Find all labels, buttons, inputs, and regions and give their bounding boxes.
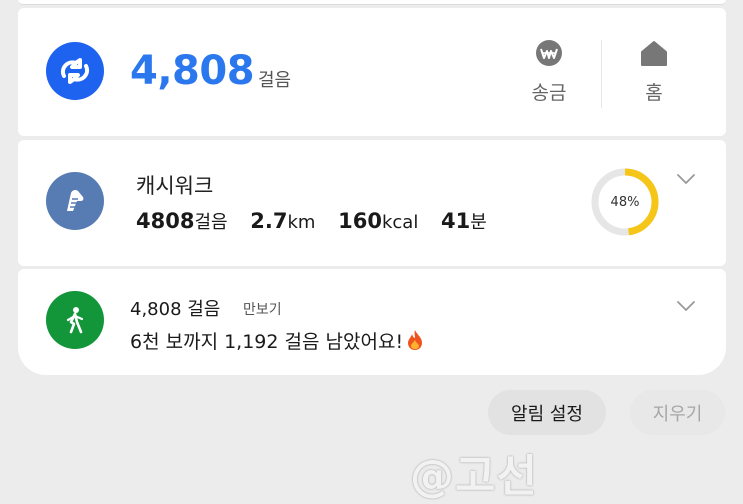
step-summary-card[interactable]: 4,808 걸음 송금 홈 bbox=[18, 8, 726, 136]
cashwalk-notification[interactable]: 캐시워크 4808걸음 2.7km 160kcal 41분 48% bbox=[18, 140, 726, 266]
clear-button[interactable]: 지우기 bbox=[630, 390, 725, 435]
app-logo[interactable] bbox=[46, 42, 104, 100]
walking-person-icon bbox=[66, 307, 84, 334]
pedometer-message-row: 6천 보까지 1,192 걸음 남았어요! bbox=[130, 327, 425, 354]
steps-value: 4808 bbox=[136, 209, 195, 233]
send-money-button[interactable]: 송금 bbox=[519, 38, 579, 108]
expand-chevron-icon[interactable] bbox=[676, 172, 696, 186]
won-coin-icon bbox=[534, 38, 564, 68]
home-button[interactable]: 홈 bbox=[624, 38, 684, 108]
fire-icon bbox=[408, 330, 423, 350]
watermark: @고선 bbox=[410, 451, 538, 502]
pedometer-app-icon bbox=[46, 291, 104, 349]
expand-chevron-icon[interactable] bbox=[676, 299, 696, 313]
distance-value: 2.7 bbox=[250, 209, 288, 233]
duration-unit: 분 bbox=[470, 212, 487, 233]
cashwalk-stats: 4808걸음 2.7km 160kcal 41분 bbox=[136, 208, 487, 234]
cashwalk-app-icon bbox=[46, 172, 104, 230]
divider bbox=[601, 40, 602, 108]
pedometer-title: 4,808 걸음 bbox=[130, 299, 221, 320]
previous-card-edge bbox=[18, 0, 726, 5]
pedometer-notification[interactable]: 4,808 걸음 만보기 6천 보까지 1,192 걸음 남았어요! bbox=[18, 269, 726, 375]
progress-percent: 48% bbox=[610, 194, 640, 210]
pedometer-app-name: 만보기 bbox=[243, 302, 282, 318]
cashwalk-title: 캐시워크 bbox=[136, 174, 214, 198]
swirl-logo-icon bbox=[61, 58, 89, 84]
home-icon bbox=[639, 38, 669, 68]
step-count: 4,808 bbox=[130, 48, 255, 94]
send-money-label: 송금 bbox=[531, 82, 567, 104]
home-label: 홈 bbox=[645, 82, 663, 104]
step-unit: 걸음 bbox=[258, 70, 292, 91]
notification-settings-button[interactable]: 알림 설정 bbox=[488, 390, 606, 435]
steps-unit: 걸음 bbox=[194, 212, 228, 233]
shoe-icon bbox=[67, 189, 84, 211]
calories-value: 160 bbox=[338, 209, 382, 233]
duration-value: 41 bbox=[441, 209, 471, 233]
calories-unit: kcal bbox=[381, 212, 419, 233]
pedometer-message: 6천 보까지 1,192 걸음 남았어요! bbox=[130, 331, 404, 353]
distance-unit: km bbox=[287, 212, 316, 233]
